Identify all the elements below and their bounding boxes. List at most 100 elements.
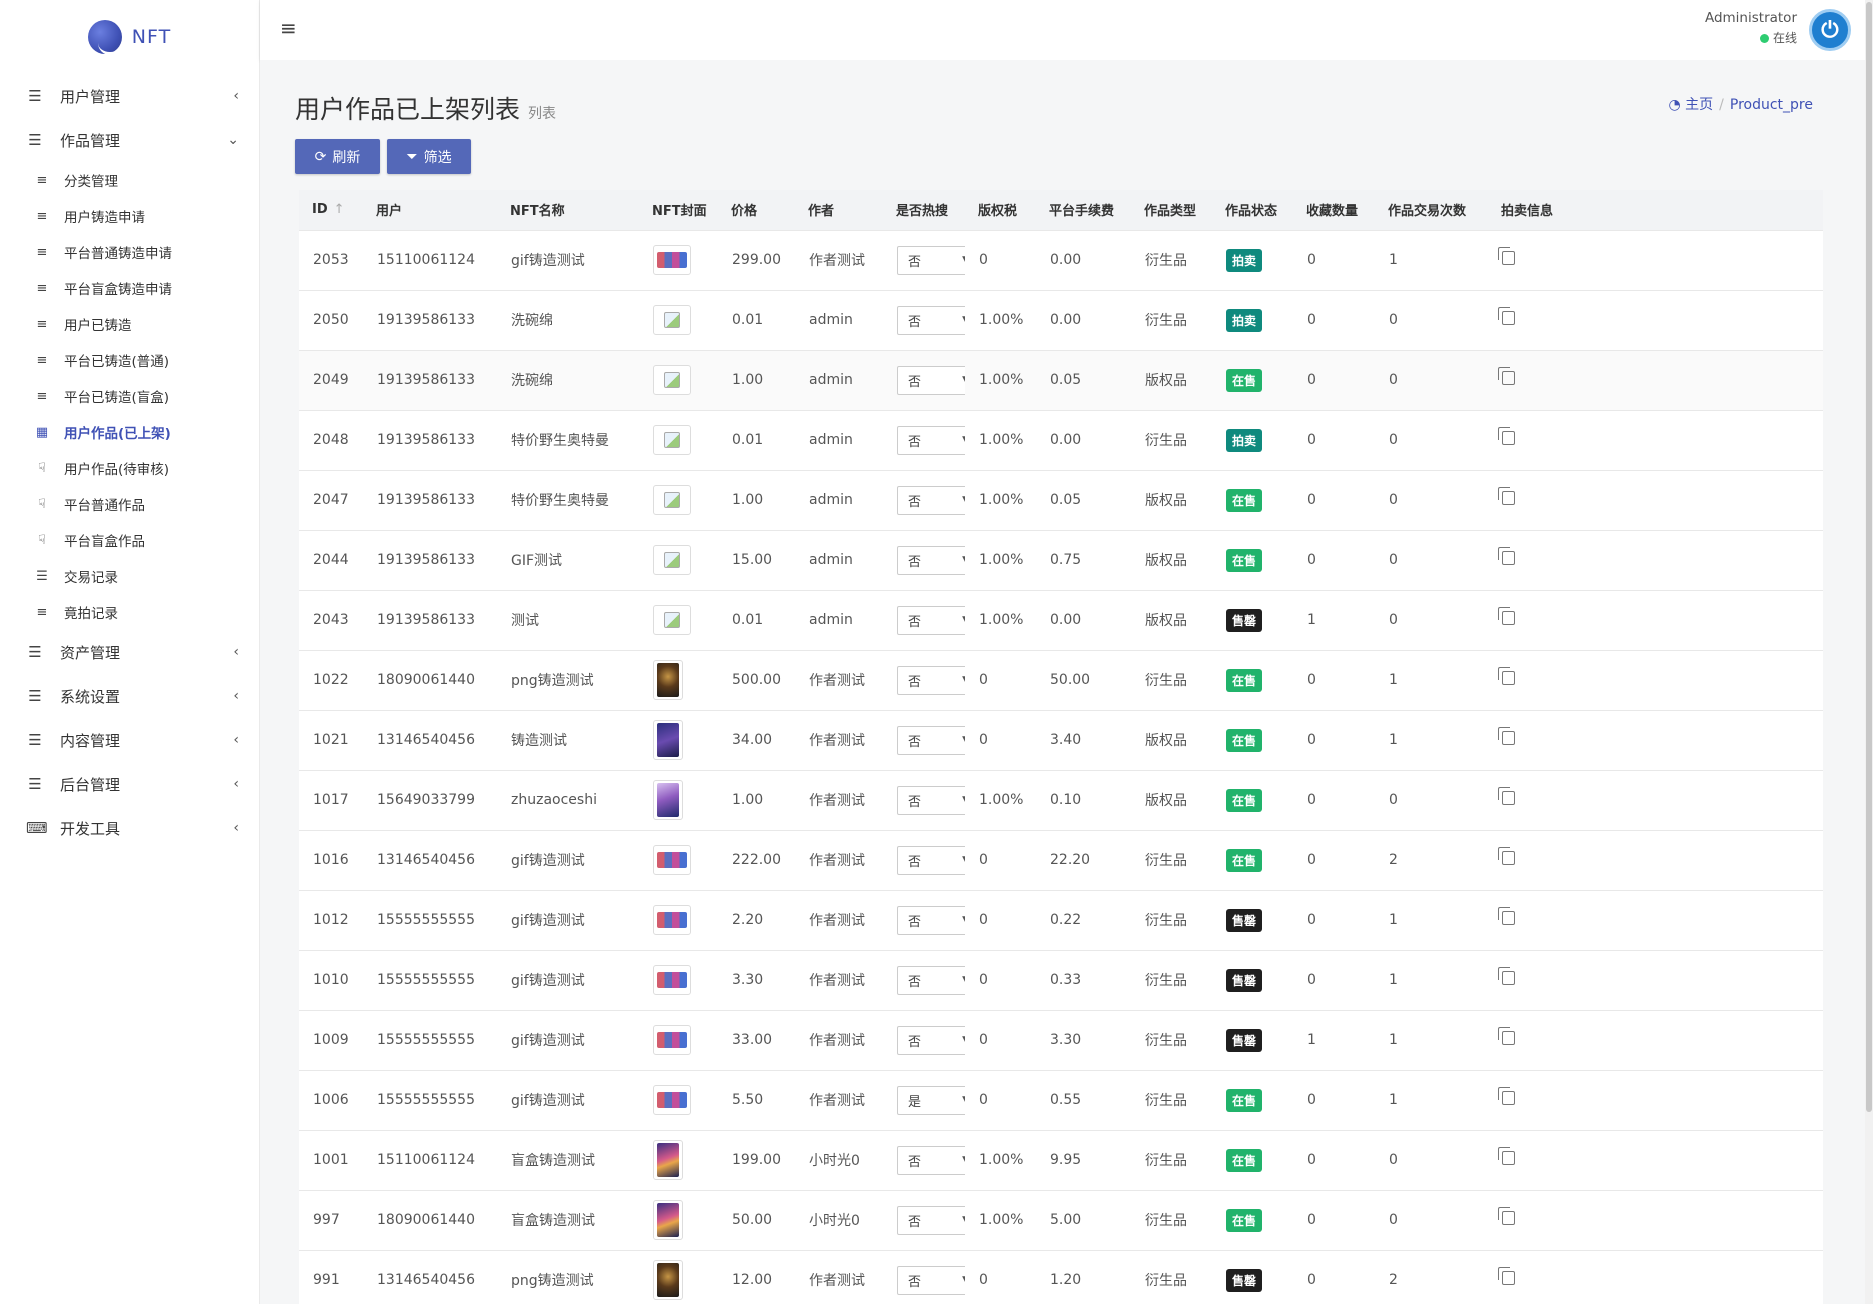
filter-button[interactable]: ⏷ 筛选 [387,139,471,174]
sidebar-group[interactable]: ☰ 作品管理 ⌄ [0,118,259,162]
nft-cover-image[interactable] [653,545,691,575]
refresh-button[interactable]: ⟳ 刷新 [295,139,380,174]
hot-search-select[interactable]: 否▼ [897,365,965,395]
copy-icon[interactable] [1498,1147,1515,1165]
table-row[interactable]: 100115110061124盲盒铸造测试199.00小时光0否▼1.00%9.… [299,1130,1823,1190]
nft-cover-image[interactable] [653,485,691,515]
table-row[interactable]: 102113146540456铸造测试34.00作者测试否▼03.40版权品在售… [299,710,1823,770]
hot-search-select[interactable]: 否▼ [897,545,965,575]
hot-search-select[interactable]: 否▼ [897,725,965,755]
nft-cover-image[interactable] [653,1025,691,1055]
hot-search-select[interactable]: 否▼ [897,965,965,995]
hot-search-select[interactable]: 否▼ [897,425,965,455]
hot-search-select[interactable]: 否▼ [897,485,965,515]
copy-icon[interactable] [1498,787,1515,805]
nft-cover-image[interactable] [653,720,683,760]
copy-icon[interactable] [1498,967,1515,985]
sidebar-item[interactable]: ≡ 竟拍记录 [0,594,259,630]
sidebar-group[interactable]: ☰ 内容管理 ‹ [0,718,259,762]
nft-cover-image[interactable] [653,845,691,875]
sidebar-item[interactable]: ▦ 用户作品(已上架) [0,414,259,450]
hot-search-select[interactable]: 否▼ [897,1025,965,1055]
nft-cover-image[interactable] [653,365,691,395]
sidebar-item[interactable]: ≡ 分类管理 [0,162,259,198]
copy-icon[interactable] [1498,307,1515,325]
sidebar-group[interactable]: ⌨ 开发工具 ‹ [0,806,259,850]
sidebar-group[interactable]: ☰ 系统设置 ‹ [0,674,259,718]
copy-icon[interactable] [1498,427,1515,445]
hot-search-select[interactable]: 否▼ [897,305,965,335]
sidebar-item[interactable]: ≡ 平台盲盒铸造申请 [0,270,259,306]
hot-search-select[interactable]: 否▼ [897,905,965,935]
table-row[interactable]: 101215555555555gif铸造测试2.20作者测试否▼00.22衍生品… [299,890,1823,950]
sidebar-group[interactable]: ☰ 后台管理 ‹ [0,762,259,806]
nft-cover-image[interactable] [653,905,691,935]
nft-cover-image[interactable] [653,965,691,995]
hot-search-select[interactable]: 否▼ [897,245,965,275]
hot-search-select[interactable]: 否▼ [897,665,965,695]
table-row[interactable]: 204719139586133特价野生奥特曼1.00admin否▼1.00%0.… [299,470,1823,530]
sidebar-item[interactable]: ≡ 用户已铸造 [0,306,259,342]
table-row[interactable]: 102218090061440png铸造测试500.00作者测试否▼050.00… [299,650,1823,710]
user-info[interactable]: Administrator 在线 [1705,10,1797,46]
sidebar-item[interactable]: ≡ 平台已铸造(盲盒) [0,378,259,414]
hot-search-select[interactable]: 否▼ [897,1265,965,1295]
sidebar-item[interactable]: ☟ 平台普通作品 [0,486,259,522]
power-avatar-icon[interactable]: ⏻ [1809,9,1851,51]
table-row[interactable]: 204819139586133特价野生奥特曼0.01admin否▼1.00%0.… [299,410,1823,470]
copy-icon[interactable] [1498,607,1515,625]
table-row[interactable]: 100915555555555gif铸造测试33.00作者测试否▼03.30衍生… [299,1010,1823,1070]
column-header[interactable]: ID ↑ [299,190,363,230]
hot-search-select[interactable]: 否▼ [897,1205,965,1235]
copy-icon[interactable] [1498,367,1515,385]
table-row[interactable]: 99718090061440盲盒铸造测试50.00小时光0否▼1.00%5.00… [299,1190,1823,1250]
nft-cover-image[interactable] [653,1085,691,1115]
table-row[interactable]: 204419139586133GIF测试15.00admin否▼1.00%0.7… [299,530,1823,590]
hot-search-select[interactable]: 否▼ [897,785,965,815]
copy-icon[interactable] [1498,667,1515,685]
sidebar-item[interactable]: ≡ 平台已铸造(普通) [0,342,259,378]
table-row[interactable]: 99113146540456png铸造测试12.00作者测试否▼01.20衍生品… [299,1250,1823,1304]
hot-search-select[interactable]: 是▼ [897,1085,965,1115]
scrollbar-track[interactable] [1865,0,1873,1304]
sidebar-group[interactable]: ☰ 资产管理 ‹ [0,630,259,674]
nft-cover-image[interactable] [653,660,683,700]
copy-icon[interactable] [1498,547,1515,565]
nft-cover-image[interactable] [653,605,691,635]
sidebar-item[interactable]: ≡ 平台普通铸造申请 [0,234,259,270]
table-row[interactable]: 100615555555555gif铸造测试5.50作者测试是▼00.55衍生品… [299,1070,1823,1130]
copy-icon[interactable] [1498,847,1515,865]
hot-search-select[interactable]: 否▼ [897,1145,965,1175]
hot-search-select[interactable]: 否▼ [897,845,965,875]
copy-icon[interactable] [1498,247,1515,265]
table-row[interactable]: 205315110061124gif铸造测试299.00作者测试否▼00.00衍… [299,230,1823,290]
copy-icon[interactable] [1498,1267,1515,1286]
table-row[interactable]: 204319139586133测试0.01admin否▼1.00%0.00版权品… [299,590,1823,650]
table-row[interactable]: 101715649033799zhuzaoceshi1.00作者测试否▼1.00… [299,770,1823,830]
breadcrumb-home[interactable]: 主页 [1685,97,1713,113]
nft-cover-image[interactable] [653,425,691,455]
sidebar-item[interactable]: ☟ 平台盲盒作品 [0,522,259,558]
nft-cover-image[interactable] [653,1260,683,1301]
table-row[interactable]: 205019139586133洗碗绵0.01admin否▼1.00%0.00衍生… [299,290,1823,350]
nft-cover-image[interactable] [653,1140,683,1180]
copy-icon[interactable] [1498,907,1515,925]
sidebar-item[interactable]: ≡ 用户铸造申请 [0,198,259,234]
hot-search-select[interactable]: 否▼ [897,605,965,635]
menu-toggle-icon[interactable]: ≡ [280,16,297,40]
table-row[interactable]: 101613146540456gif铸造测试222.00作者测试否▼022.20… [299,830,1823,890]
copy-icon[interactable] [1498,727,1515,745]
logo[interactable]: NFT [0,0,259,74]
nft-cover-image[interactable] [653,305,691,335]
sort-up-icon[interactable]: ↑ [334,202,345,217]
table-row[interactable]: 101015555555555gif铸造测试3.30作者测试否▼00.33衍生品… [299,950,1823,1010]
nft-cover-image[interactable] [653,245,691,275]
nft-cover-image[interactable] [653,1200,683,1240]
table-row[interactable]: 204919139586133洗碗绵1.00admin否▼1.00%0.05版权… [299,350,1823,410]
copy-icon[interactable] [1498,1207,1515,1225]
scrollbar-thumb[interactable] [1866,2,1872,1112]
copy-icon[interactable] [1498,1027,1515,1045]
sidebar-item[interactable]: ☰ 交易记录 [0,558,259,594]
sidebar-item[interactable]: ☟ 用户作品(待审核) [0,450,259,486]
sidebar-group[interactable]: ☰ 用户管理 ‹ [0,74,259,118]
